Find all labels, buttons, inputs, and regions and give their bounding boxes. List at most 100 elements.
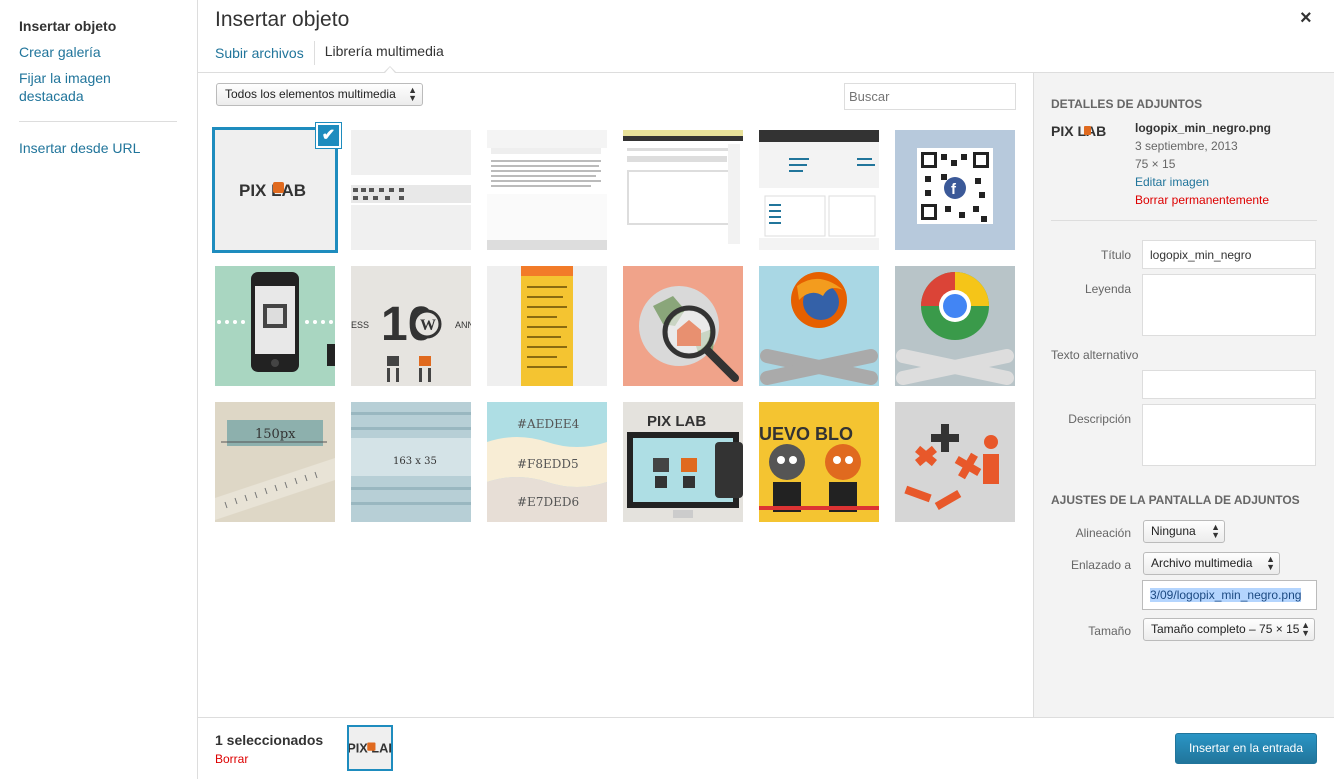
- editor-screenshot-thumb: [487, 130, 607, 250]
- display-settings-heading: AJUSTES DE LA PANTALLA DE ADJUNTOS: [1051, 493, 1300, 507]
- close-icon[interactable]: ×: [1300, 8, 1312, 28]
- attachment-pixlab-robots[interactable]: PIX LAB: [623, 402, 743, 522]
- admin-screenshot-thumb: [623, 130, 743, 250]
- attachment-editor-toolbar[interactable]: [351, 130, 471, 250]
- title-field[interactable]: [1142, 240, 1316, 269]
- attachment-logopix-selected[interactable]: PIX LAB: [215, 130, 335, 250]
- attachment-dimensions: 75 × 15: [1135, 157, 1176, 171]
- link-to-label: Enlazado a: [1070, 558, 1131, 572]
- menu-item-insert-media[interactable]: Insertar objeto: [0, 17, 135, 35]
- attachment-dashboard-screenshot[interactable]: [759, 130, 879, 250]
- attachment-preview-thumbnail: PIX LAB: [1051, 123, 1127, 139]
- select-arrows-icon: ▲ ▼: [1211, 522, 1220, 540]
- chrome-thumb: [895, 266, 1015, 386]
- attachment-qr-facebook[interactable]: f: [895, 130, 1015, 250]
- link-url-selected-text: 3/09/logopix_min_negro.png: [1150, 588, 1302, 602]
- attachment-admin-screenshot[interactable]: [623, 130, 743, 250]
- menu-item-create-gallery[interactable]: Crear galería: [0, 43, 120, 61]
- size-label: Tamaño: [1088, 624, 1131, 638]
- media-router: Subir archivos Librería multimedia: [215, 41, 444, 65]
- attachment-firefox-wrenches[interactable]: [759, 266, 879, 386]
- selection-thumbnail[interactable]: PIX LAB: [347, 725, 393, 771]
- globe-magnifier-thumb: [623, 266, 743, 386]
- size-select[interactable]: Tamaño completo – 75 × 15 ▲ ▼: [1143, 618, 1315, 641]
- selection-count: 1 seleccionados: [215, 732, 324, 748]
- thumb-hex2-text: #F8EDD5: [517, 457, 579, 471]
- alt-text-label: Texto alternativo: [1051, 348, 1139, 362]
- thumb-nuevo-text: UEVO BLO: [759, 424, 853, 444]
- attachment-wp-editor-screenshot[interactable]: [487, 130, 607, 250]
- qr-code-thumb: f: [895, 130, 1015, 250]
- link-url-field[interactable]: 3/09/logopix_min_negro.png: [1142, 580, 1317, 610]
- menu-item-featured-image[interactable]: Fijar la imagen destacada: [0, 69, 140, 105]
- tab-media-library[interactable]: Librería multimedia: [313, 41, 444, 65]
- attachment-163x35[interactable]: 163 x 35: [351, 402, 471, 522]
- title-label: Título: [1100, 248, 1131, 262]
- caption-field[interactable]: [1142, 274, 1316, 336]
- dashboard-screenshot-thumb: [759, 130, 879, 250]
- alignment-value: Ninguna: [1151, 524, 1196, 538]
- description-field[interactable]: [1142, 404, 1316, 466]
- select-arrows-icon: ▲ ▼: [1266, 554, 1275, 572]
- media-filter-select[interactable]: Todos los elementos multimedia ▲ ▼: [216, 83, 423, 106]
- delete-permanently-link[interactable]: Borrar permanentemente: [1135, 193, 1269, 207]
- media-menu: Insertar objeto Crear galería Fijar la i…: [0, 0, 198, 779]
- phone-qr-thumb: [215, 266, 335, 386]
- anniversary-text-left: ESS: [351, 320, 369, 330]
- attachment-date: 3 septiembre, 2013: [1135, 139, 1238, 153]
- hex-colors-thumb: #AEDEE4 #F8EDD5 #E7DED6: [487, 402, 607, 522]
- thumb-pixlab-text: PIX LAB: [647, 413, 706, 430]
- clear-selection-link[interactable]: Borrar: [215, 752, 248, 766]
- attachment-globe-magnifier[interactable]: [623, 266, 743, 386]
- wordpress-10-thumb: ESS ANN 10 W: [351, 266, 471, 386]
- attachment-details-sidebar: DETALLES DE ADJUNTOS PIX LAB logopix_min…: [1033, 73, 1334, 717]
- preview-pixlab-text: PIX LAB: [1051, 123, 1106, 139]
- alt-text-field[interactable]: [1142, 370, 1316, 399]
- attachment-wp-10th[interactable]: ESS ANN 10 W: [351, 266, 471, 386]
- attachment-150px-ruler[interactable]: 150px: [215, 402, 335, 522]
- svg-text:W: W: [420, 317, 436, 334]
- thumb-dimensions-text: 163 x 35: [393, 456, 437, 467]
- selected-check-icon[interactable]: ✔: [316, 123, 341, 148]
- pixlab-logo-thumb: PIX LAB: [215, 130, 335, 250]
- details-divider: [1051, 220, 1317, 221]
- attachment-nuevo-blog[interactable]: UEVO BLO: [759, 402, 879, 522]
- attachment-chrome-wrenches[interactable]: [895, 266, 1015, 386]
- edit-image-link[interactable]: Editar imagen: [1135, 175, 1209, 189]
- select-arrows-icon: ▲ ▼: [1299, 620, 1310, 638]
- tab-upload-files[interactable]: Subir archivos: [215, 43, 314, 63]
- anniversary-text-right: ANN: [455, 320, 471, 330]
- nuevo-blog-thumb: UEVO BLO: [759, 402, 879, 522]
- select-arrows-icon: ▲ ▼: [408, 85, 417, 103]
- menu-separator: [19, 121, 177, 122]
- thumb-150px-text: 150px: [255, 427, 296, 442]
- alignment-label: Alineación: [1075, 526, 1131, 540]
- pixlab-logo-text: PIX LAB: [239, 181, 306, 200]
- pixlab-robots-thumb: PIX LAB: [623, 402, 743, 522]
- link-to-select[interactable]: Archivo multimedia ▲ ▼: [1143, 552, 1280, 575]
- dimensions-thumb: 163 x 35: [351, 402, 471, 522]
- caption-label: Leyenda: [1084, 282, 1131, 296]
- attachment-shapes[interactable]: [895, 402, 1015, 522]
- editor-toolbar-thumb: [351, 130, 471, 250]
- yellow-infographic-thumb: [487, 266, 607, 386]
- media-modal: Insertar objeto Crear galería Fijar la i…: [0, 0, 1334, 779]
- thumb-hex1-text: #AEDEE4: [517, 417, 580, 431]
- ruler-thumb: 150px: [215, 402, 335, 522]
- attachment-hex-colors[interactable]: #AEDEE4 #F8EDD5 #E7DED6: [487, 402, 607, 522]
- active-tab-caret-inner: [385, 67, 395, 73]
- media-filter-value: Todos los elementos multimedia: [225, 87, 396, 101]
- thumb-hex3-text: #E7DED6: [517, 495, 579, 509]
- attachment-filename: logopix_min_negro.png: [1135, 121, 1272, 135]
- link-to-value: Archivo multimedia: [1151, 556, 1253, 570]
- attachment-yellow-infographic[interactable]: [487, 266, 607, 386]
- insert-into-post-button[interactable]: Insertar en la entrada: [1175, 733, 1317, 764]
- attachment-phone-qr[interactable]: [215, 266, 335, 386]
- menu-item-insert-from-url[interactable]: Insertar desde URL: [0, 139, 159, 157]
- modal-title: Insertar objeto: [215, 8, 350, 31]
- details-heading: DETALLES DE ADJUNTOS: [1051, 97, 1203, 111]
- search-input[interactable]: [844, 83, 1016, 110]
- alignment-select[interactable]: Ninguna ▲ ▼: [1143, 520, 1225, 543]
- description-label: Descripción: [1068, 412, 1131, 426]
- firefox-thumb: [759, 266, 879, 386]
